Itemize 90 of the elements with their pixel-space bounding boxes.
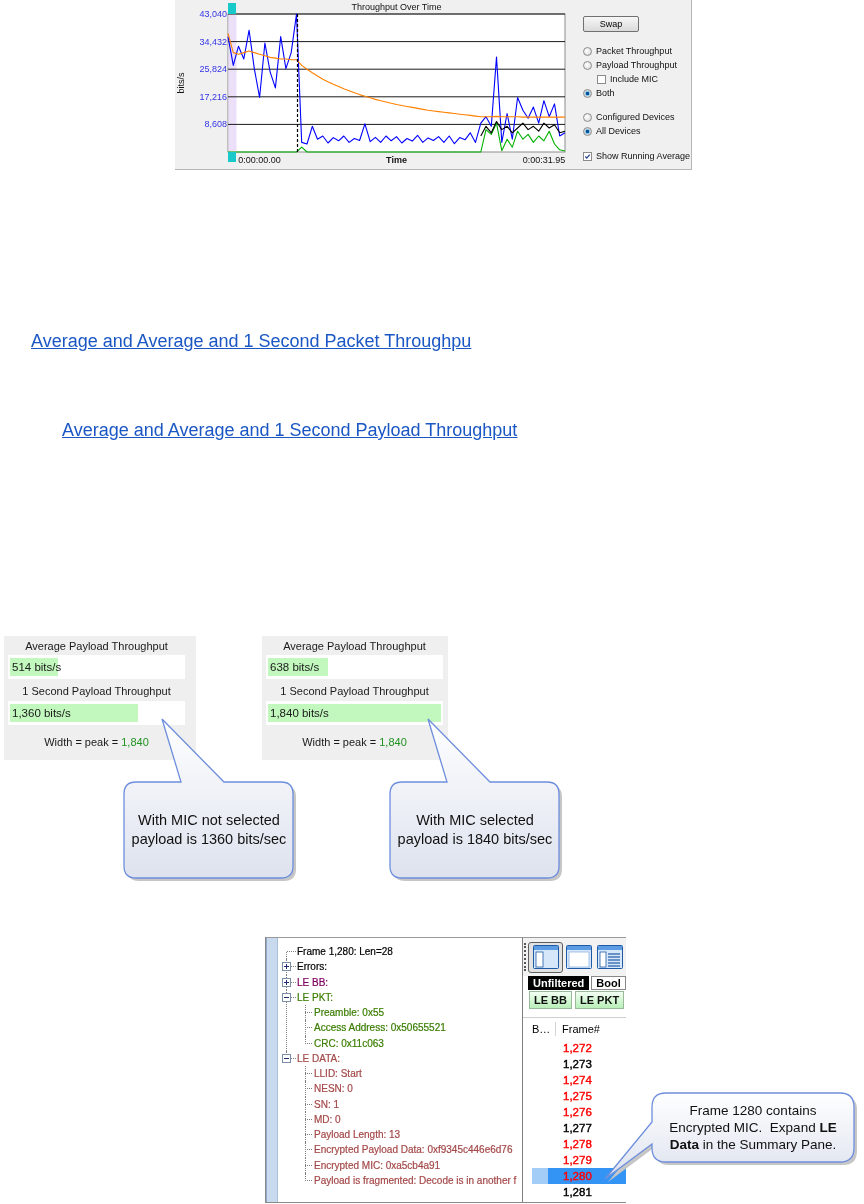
chart-title: Throughput Over Time — [351, 2, 442, 12]
protocol-tab[interactable]: LE PKT — [575, 991, 625, 1009]
frame-number: 1,276 — [563, 1106, 592, 1120]
peak-note: Width = peak = 1,840 — [43, 735, 150, 749]
tree-item-label[interactable]: SN: 1 — [314, 1096, 339, 1112]
swap-button[interactable]: Swap — [583, 16, 639, 32]
frame-number: 1,278 — [563, 1138, 592, 1152]
meter-title: Average Payload Throughput — [24, 639, 169, 653]
checkbox[interactable] — [583, 151, 592, 161]
tree-item-label[interactable]: MD: 0 — [314, 1111, 341, 1127]
checkbox[interactable] — [597, 74, 606, 84]
radio-button[interactable] — [583, 126, 592, 136]
list-row[interactable]: 1,272 — [532, 1040, 626, 1056]
callout-text: With MIC not selected payload is 1360 bits/sec — [131, 811, 287, 849]
meter-reading: 514 bits/s — [12, 660, 62, 674]
option-label[interactable]: Packet Throughput — [596, 44, 672, 58]
plus-box-icon[interactable] — [282, 962, 291, 972]
radio-button[interactable] — [583, 112, 592, 122]
option-label[interactable]: Payload Throughput — [596, 58, 677, 72]
callout-text: Frame 1280 contains Encrypted MIC. Expand LE Data in the Summary Pane. — [669, 1102, 837, 1153]
option-label[interactable]: All Devices — [596, 124, 641, 138]
y-tick-label: 8,608 — [204, 119, 227, 130]
frame-number: 1,273 — [563, 1058, 592, 1072]
filter-tab[interactable]: Unfiltered — [528, 976, 590, 990]
axis-title: bits/s — [176, 72, 186, 94]
checkbox-label[interactable]: Show Running Average — [596, 149, 690, 163]
frame-number: 1,279 — [563, 1154, 592, 1168]
meter-title: 1 Second Payload Throughput — [279, 684, 430, 698]
tree-item-label[interactable]: Payload Length: 13 — [314, 1127, 401, 1143]
tree-item-label[interactable]: Payload is fragmented: Decode is in another f — [314, 1172, 517, 1188]
list-row[interactable]: 1,276 — [532, 1104, 626, 1120]
frame-number: 1,274 — [563, 1074, 592, 1088]
protocol-tab[interactable]: LE BB — [529, 991, 572, 1009]
y-tick-label: 43,040 — [199, 9, 227, 19]
x-tick-label: 0:00:31.95 — [522, 155, 566, 165]
axis-title: Time — [386, 155, 407, 165]
filter-tab[interactable]: Bool — [591, 976, 626, 990]
radio-button[interactable] — [583, 88, 592, 98]
meter-title: Average Payload Throughput — [282, 639, 427, 653]
cursor-marker-icon — [228, 3, 236, 14]
radio-button[interactable] — [583, 46, 592, 56]
option-label[interactable]: Configured Devices — [596, 110, 675, 124]
split-window-icon — [532, 945, 559, 969]
column-header[interactable]: Frame# — [556, 1022, 600, 1036]
option-label[interactable]: Both — [596, 86, 615, 100]
list-window-icon — [597, 945, 623, 969]
meter-reading: 638 bits/s — [270, 660, 320, 674]
y-tick-label: 34,432 — [199, 36, 227, 47]
tree-item-label[interactable]: LLID: Start — [314, 1066, 362, 1082]
link[interactable]: Average and Average and 1 Second Packet Throughpu — [31, 331, 472, 351]
link[interactable]: Average and Average and 1 Second Payload Throughput — [62, 420, 518, 440]
tree-item-label[interactable]: Frame 1,280: Len=28 — [297, 944, 393, 960]
meter-title: 1 Second Payload Throughput — [21, 684, 172, 698]
frame-number: 1,280 — [563, 1170, 592, 1184]
window-icon — [566, 945, 592, 969]
tree-item-label[interactable]: Encrypted MIC: 0xa5cb4a91 — [314, 1157, 441, 1173]
frame-number: 1,281 — [563, 1186, 592, 1200]
frame-number: 1,272 — [563, 1042, 592, 1056]
y-tick-label: 25,824 — [199, 64, 227, 75]
list-row[interactable]: 1,281 — [532, 1184, 626, 1200]
minus-box-icon[interactable] — [282, 992, 291, 1002]
plus-box-icon[interactable] — [282, 977, 291, 987]
cursor-marker-icon — [228, 152, 236, 162]
frame-number: 1,277 — [563, 1122, 592, 1136]
minus-box-icon[interactable] — [282, 1053, 291, 1063]
tree-item-label[interactable]: Errors: — [297, 959, 327, 975]
tree-item-label[interactable]: LE PKT: — [297, 989, 334, 1005]
frame-number: 1,275 — [563, 1090, 592, 1104]
tree-item-label[interactable]: CRC: 0x11c063 — [314, 1035, 384, 1051]
list-row[interactable]: 1,275 — [532, 1088, 626, 1104]
tree-item-label[interactable]: Access Address: 0x50655521 — [314, 1020, 446, 1036]
peak-note: Width = peak = 1,840 — [301, 735, 408, 749]
tree-item-label[interactable]: NESN: 0 — [314, 1081, 353, 1097]
y-tick-label: 17,216 — [199, 91, 227, 102]
meter-reading: 1,840 bits/s — [270, 706, 329, 720]
callout-text: With MIC selected payload is 1840 bits/sec — [397, 811, 553, 849]
x-tick-label: 0:00:00.00 — [238, 155, 281, 165]
checkbox-label[interactable]: Include MIC — [610, 72, 659, 86]
radio-button[interactable] — [583, 60, 592, 70]
toolbar-button[interactable] — [528, 941, 563, 973]
tree-item-label[interactable]: Preamble: 0x55 — [314, 1005, 385, 1021]
list-row[interactable]: 1,273 — [532, 1056, 626, 1072]
list-row[interactable]: 1,278 — [532, 1136, 626, 1152]
column-header[interactable]: B… — [532, 1022, 556, 1036]
meter-reading: 1,360 bits/s — [12, 706, 71, 720]
tree-item-label[interactable]: LE DATA: — [297, 1050, 340, 1066]
tree-item-label[interactable]: Encrypted Payload Data: 0xf9345c446e6d76 — [314, 1142, 513, 1158]
tree-item-label[interactable]: LE BB: — [297, 974, 329, 990]
list-row[interactable]: 1,274 — [532, 1072, 626, 1088]
list-row[interactable]: 1,277 — [532, 1120, 626, 1136]
